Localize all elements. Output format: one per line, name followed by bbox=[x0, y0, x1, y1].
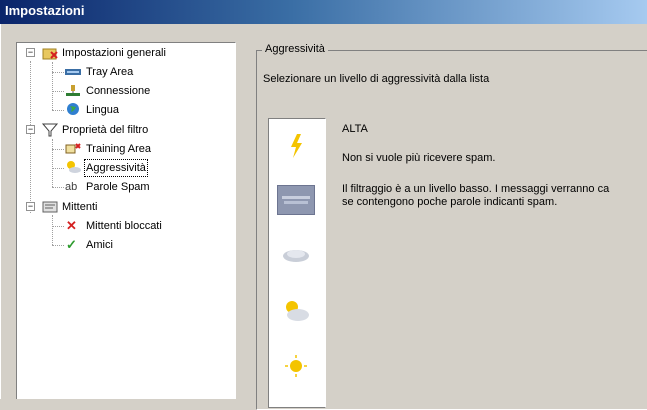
fog-icon bbox=[282, 196, 310, 204]
tree-connector bbox=[52, 139, 53, 187]
tree-connector bbox=[52, 110, 64, 111]
tree-connector bbox=[52, 245, 64, 246]
tree-item-amici[interactable]: ✓ Amici bbox=[65, 237, 225, 253]
description-line: se contengono poche parole indicanti spa… bbox=[342, 196, 558, 208]
collapse-toggle[interactable]: − bbox=[26, 125, 35, 134]
tree-item-connessione[interactable]: Connessione bbox=[65, 83, 225, 99]
tree-item-training-area[interactable]: Training Area bbox=[65, 141, 225, 157]
tree-item-lingua[interactable]: Lingua bbox=[65, 102, 225, 118]
training-icon bbox=[65, 143, 81, 154]
tree-connector bbox=[52, 91, 64, 92]
window-title: Impostazioni bbox=[5, 3, 85, 18]
tree-connector bbox=[52, 62, 53, 110]
collapse-toggle[interactable]: − bbox=[26, 48, 35, 57]
tree-item-tray-area[interactable]: Tray Area bbox=[65, 64, 225, 80]
sun-cloud-icon bbox=[286, 301, 309, 321]
tree-connector bbox=[52, 72, 64, 73]
senders-list-icon bbox=[42, 201, 58, 213]
sun-icon bbox=[285, 355, 307, 377]
tree-node-senders[interactable]: − Mittenti bbox=[25, 199, 225, 215]
tree-node-filter[interactable]: − Proprietà del filtro bbox=[25, 122, 225, 138]
tree-item-parole-spam[interactable]: ab Parole Spam bbox=[65, 179, 225, 195]
tree-label: Amici bbox=[86, 239, 113, 251]
tray-icon bbox=[65, 69, 81, 75]
collapse-toggle[interactable]: − bbox=[26, 202, 35, 211]
settings-tree[interactable]: − Impostazioni generali Tray Area Connes… bbox=[16, 42, 236, 399]
tree-connector bbox=[52, 226, 64, 227]
tree-item-aggressivita[interactable]: Aggressività bbox=[65, 159, 225, 177]
selected-level-description: Il filtraggio è a un livello basso. I me… bbox=[342, 183, 647, 209]
selected-level-title: ALTA bbox=[342, 123, 368, 135]
level-option[interactable] bbox=[277, 296, 315, 326]
groupbox-title: Aggressività bbox=[262, 43, 328, 55]
level-option[interactable] bbox=[277, 351, 315, 381]
text-icon: ab bbox=[65, 181, 78, 193]
tree-item-mittenti-bloccati[interactable]: ✕ Mittenti bloccati bbox=[65, 218, 225, 234]
filter-funnel-icon bbox=[42, 123, 58, 137]
settings-folder-icon bbox=[42, 48, 58, 60]
level-option[interactable] bbox=[277, 241, 315, 271]
lightning-icon bbox=[291, 134, 302, 158]
window-titlebar[interactable]: Impostazioni bbox=[0, 0, 647, 24]
tree-connector bbox=[52, 215, 53, 245]
description-line: Il filtraggio è a un livello basso. I me… bbox=[342, 183, 610, 195]
tree-node-general[interactable]: − Impostazioni generali bbox=[25, 45, 225, 61]
level-option[interactable] bbox=[277, 131, 315, 161]
red-x-icon: ✕ bbox=[66, 218, 77, 233]
globe-icon bbox=[67, 103, 79, 115]
green-check-icon: ✓ bbox=[66, 237, 77, 252]
tree-label: Connessione bbox=[86, 85, 151, 97]
tree-label: Lingua bbox=[86, 104, 120, 116]
tree-label-general: Impostazioni generali bbox=[62, 47, 166, 59]
aggressiveness-level-list[interactable] bbox=[268, 118, 326, 408]
tree-label-senders: Mittenti bbox=[62, 201, 98, 213]
tree-connector bbox=[52, 168, 64, 169]
tree-label-filter: Proprietà del filtro bbox=[62, 124, 149, 136]
tree-label: Parole Spam bbox=[86, 181, 150, 193]
tree-connector bbox=[52, 187, 64, 188]
tree-label: Mittenti bloccati bbox=[86, 220, 162, 232]
level-option-selected[interactable] bbox=[277, 185, 315, 215]
network-icon bbox=[66, 85, 80, 96]
instruction-text: Selezionare un livello di aggressività d… bbox=[263, 73, 490, 85]
weather-icon bbox=[67, 161, 81, 173]
tree-label: Training Area bbox=[86, 143, 152, 155]
selected-level-summary: Non si vuole più ricevere spam. bbox=[342, 152, 496, 164]
tree-label-selected: Aggressività bbox=[84, 159, 148, 177]
tree-label: Tray Area bbox=[86, 66, 134, 78]
tree-connector bbox=[52, 149, 64, 150]
cloud-icon bbox=[283, 250, 309, 262]
